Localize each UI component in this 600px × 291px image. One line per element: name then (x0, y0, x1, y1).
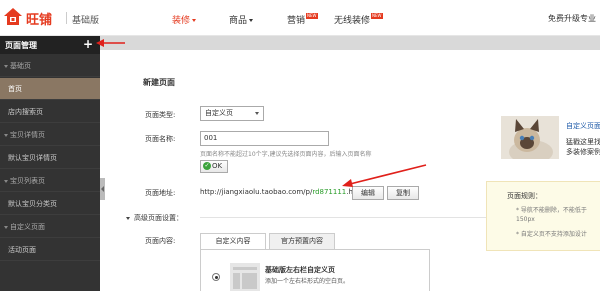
sidebar-group-label: 自定义页面 (10, 223, 45, 231)
nav-products-label: 商品 (229, 16, 248, 26)
rules-title: 页面规则： (507, 192, 542, 200)
sidebar-item-label: 活动页面 (8, 246, 36, 254)
sidebar-item-home[interactable]: 首页 (0, 78, 100, 100)
sidebar-group-custom[interactable]: 自定义页面 (0, 216, 100, 238)
sidebar-item-label: 首页 (8, 85, 22, 93)
page-address-label: 页面地址: (145, 189, 176, 197)
page-name-input[interactable]: 001 (200, 131, 329, 146)
cat-promo-image[interactable] (501, 116, 559, 159)
page-type-label: 页面类型: (145, 111, 176, 119)
nav-marketing[interactable]: 营销NEW (287, 13, 318, 26)
nav-decorate-label: 装修 (172, 16, 191, 26)
nav-decorate[interactable]: 装修 (172, 13, 197, 26)
logo-house-icon (4, 8, 22, 25)
layout-option-title: 基础版左右栏自定义页 (265, 266, 335, 274)
sidebar-title: 页面管理 (5, 41, 37, 50)
chevron-down-icon (249, 19, 254, 22)
toolbar-strip (100, 36, 600, 50)
rules-line: * 导航不能删除，不能低于 (516, 207, 587, 214)
edition-label: 基础版 (72, 16, 100, 26)
sidebar-item-default-detail[interactable]: 默认宝贝详情页 (0, 147, 100, 169)
page-title: 新建页面 (143, 78, 175, 87)
triangle-down-icon (4, 179, 8, 183)
layout-thumbnail (230, 263, 260, 291)
nav-marketing-label: 营销 (287, 16, 306, 26)
advanced-settings-toggle[interactable]: 高级页面设置： (126, 213, 183, 223)
layout-radio[interactable] (212, 273, 220, 281)
page-url: http://jiangxiaolu.taobao.com/p/rd871111… (200, 188, 362, 196)
page-type-value: 自定义页 (205, 109, 233, 117)
url-prefix: http://jiangxiaolu.taobao.com/p/ (200, 188, 313, 196)
rules-box (486, 181, 600, 251)
rules-line: * 自定义页不支持添加设计 (516, 231, 587, 238)
logo-text[interactable]: 旺铺 (26, 9, 52, 28)
triangle-down-icon (4, 225, 8, 229)
rules-line: 150px (516, 216, 535, 223)
layout-option-desc: 添加一个左右栏形式的空白页。 (265, 278, 350, 285)
check-icon: ✓ (203, 162, 211, 170)
ok-button[interactable]: ✓ OK (200, 160, 228, 173)
nav-mobile-decorate-label: 无线装修 (334, 16, 371, 26)
page-type-select[interactable]: 自定义页 (200, 106, 264, 121)
triangle-down-icon (4, 64, 8, 68)
page-name-label: 页面名称: (145, 135, 176, 143)
sidebar: 页面管理 + 基础页 首页 店内搜索页 宝贝详情页 默认宝贝详情页 宝贝列表页 … (0, 36, 100, 291)
collapse-sidebar-handle[interactable] (100, 178, 105, 200)
sidebar-group-label: 基础页 (10, 62, 31, 70)
triangle-down-icon (126, 216, 130, 220)
sidebar-group-basic[interactable]: 基础页 (0, 55, 100, 77)
custom-page-link[interactable]: 自定义页面 (566, 121, 600, 131)
sidebar-group-label: 宝贝详情页 (10, 131, 45, 139)
advanced-settings-label: 高级页面设置： (134, 214, 183, 222)
red-arrow-annotation (342, 164, 427, 187)
sidebar-item-label: 默认宝贝详情页 (8, 154, 57, 162)
sidebar-item-label: 默认宝贝分类页 (8, 200, 57, 208)
sidebar-item-default-category[interactable]: 默认宝贝分类页 (0, 193, 100, 215)
triangle-down-icon (4, 133, 8, 137)
page-content-label: 页面内容: (145, 237, 176, 245)
nav-products[interactable]: 商品 (229, 13, 254, 26)
sidebar-item-activity[interactable]: 活动页面 (0, 239, 100, 261)
tab-official-preset[interactable]: 官方预置内容 (269, 233, 335, 250)
sidebar-item-search[interactable]: 店内搜索页 (0, 101, 100, 123)
ok-label: OK (212, 162, 223, 170)
chevron-down-icon (255, 112, 259, 115)
red-arrow-annotation (96, 39, 125, 47)
sidebar-item-label: 店内搜索页 (8, 108, 43, 116)
new-badge: NEW (371, 13, 383, 19)
chevron-down-icon (192, 19, 197, 22)
cat-image (501, 116, 559, 159)
sidebar-header: 页面管理 + (0, 36, 100, 54)
promo-line: 猛戳这里找 (566, 138, 600, 146)
sidebar-group-list[interactable]: 宝贝列表页 (0, 170, 100, 192)
tab-custom-content[interactable]: 自定义内容 (200, 233, 266, 250)
new-badge: NEW (306, 13, 318, 19)
upgrade-link[interactable]: 免费升级专业 (548, 13, 596, 24)
nav-mobile-decorate[interactable]: 无线装修NEW (334, 13, 383, 26)
divider (66, 12, 67, 24)
add-page-button[interactable]: + (83, 37, 93, 51)
promo-line: 多装修案例 (566, 148, 600, 156)
url-id: rd871111 (312, 188, 347, 196)
sidebar-group-detail[interactable]: 宝贝详情页 (0, 124, 100, 146)
page-name-hint: 页面名称不能超过10个字,建议先选择页面内容，后输入页面名称 (200, 151, 372, 158)
sidebar-group-label: 宝贝列表页 (10, 177, 45, 185)
top-bar: 旺铺 基础版 装修 商品 营销NEW 无线装修NEW 免费升级专业 (0, 0, 600, 36)
